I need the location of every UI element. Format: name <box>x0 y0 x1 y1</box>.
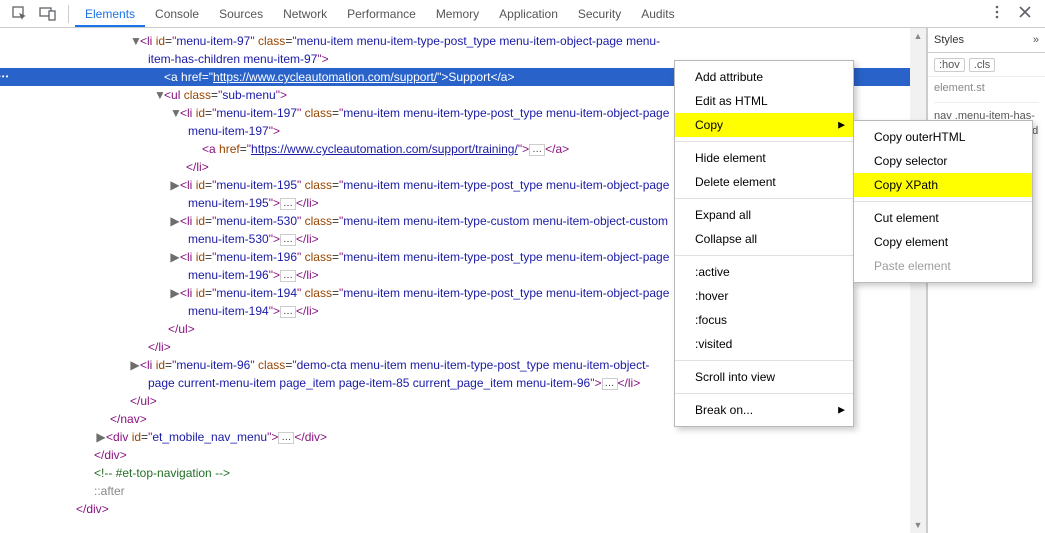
ctx-active[interactable]: :active <box>675 260 853 284</box>
ctx-copy-xpath[interactable]: Copy XPath <box>854 173 1032 197</box>
scroll-down-icon[interactable]: ▼ <box>910 517 926 533</box>
ctx-edit-html[interactable]: Edit as HTML <box>675 89 853 113</box>
ctx-scroll-into-view[interactable]: Scroll into view <box>675 365 853 389</box>
tab-memory[interactable]: Memory <box>426 1 489 27</box>
tab-elements[interactable]: Elements <box>75 1 145 27</box>
ctx-expand-all[interactable]: Expand all <box>675 203 853 227</box>
ctx-copy-selector[interactable]: Copy selector <box>854 149 1032 173</box>
styles-tab[interactable]: Styles <box>934 34 964 46</box>
dom-node[interactable]: ▶<div id="et_mobile_nav_menu">…</div> <box>0 428 926 446</box>
tab-performance[interactable]: Performance <box>337 1 426 27</box>
ctx-hover[interactable]: :hover <box>675 284 853 308</box>
more-tabs-icon[interactable]: » <box>1033 34 1039 46</box>
dom-node[interactable]: ▼<li id="menu-item-97" class="menu-item … <box>0 32 926 50</box>
tab-console[interactable]: Console <box>145 1 209 27</box>
tab-security[interactable]: Security <box>568 1 631 27</box>
ctx-cut-element[interactable]: Cut element <box>854 206 1032 230</box>
ctx-add-attribute[interactable]: Add attribute <box>675 65 853 89</box>
panel-tabs: Elements Console Sources Network Perform… <box>75 1 685 27</box>
ctx-copy-element[interactable]: Copy element <box>854 230 1032 254</box>
tab-sources[interactable]: Sources <box>209 1 273 27</box>
ctx-copy[interactable]: Copy▶ <box>675 113 853 137</box>
tab-network[interactable]: Network <box>273 1 337 27</box>
dom-pseudo[interactable]: ::after <box>0 482 926 500</box>
ctx-paste-element: Paste element <box>854 254 1032 278</box>
close-icon[interactable] <box>1017 4 1033 20</box>
hov-toggle[interactable]: :hov <box>934 58 965 72</box>
dom-comment[interactable]: <!-- #et-top-navigation --> <box>0 464 926 482</box>
dom-node[interactable]: </div> <box>0 446 926 464</box>
ctx-hide-element[interactable]: Hide element <box>675 146 853 170</box>
ctx-delete-element[interactable]: Delete element <box>675 170 853 194</box>
ctx-collapse-all[interactable]: Collapse all <box>675 227 853 251</box>
context-submenu-copy: Copy outerHTML Copy selector Copy XPath … <box>853 120 1033 283</box>
tab-audits[interactable]: Audits <box>631 1 684 27</box>
ctx-copy-outerhtml[interactable]: Copy outerHTML <box>854 125 1032 149</box>
ctx-focus[interactable]: :focus <box>675 308 853 332</box>
inspect-icon[interactable] <box>11 5 29 23</box>
ctx-visited[interactable]: :visited <box>675 332 853 356</box>
context-menu: Add attribute Edit as HTML Copy▶ Hide el… <box>674 60 854 427</box>
cls-toggle[interactable]: .cls <box>969 58 996 72</box>
ctx-break-on[interactable]: Break on...▶ <box>675 398 853 422</box>
scroll-up-icon[interactable]: ▲ <box>910 28 926 44</box>
tab-application[interactable]: Application <box>489 1 568 27</box>
element-style-section[interactable]: element.st <box>934 81 1039 96</box>
kebab-menu-icon[interactable] <box>989 4 1005 20</box>
device-toolbar-icon[interactable] <box>39 5 57 23</box>
dom-node[interactable]: </div> <box>0 500 926 518</box>
